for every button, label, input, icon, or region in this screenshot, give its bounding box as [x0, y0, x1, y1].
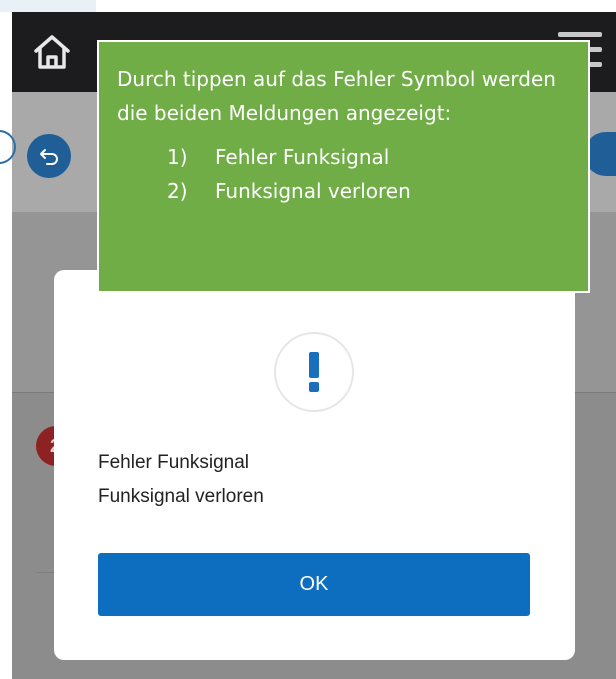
- exclamation-icon: [309, 352, 319, 392]
- callout-item-text: Funksignal verloren: [215, 179, 411, 203]
- warning-badge: [274, 332, 354, 412]
- page: 2 Fehler Funksignal Funksignal verloren …: [0, 0, 616, 679]
- error-message: Funksignal verloren: [98, 486, 264, 507]
- annotation-callout: Durch tippen auf das Fehler Symbol werde…: [97, 40, 590, 293]
- ok-button[interactable]: OK: [98, 553, 530, 616]
- error-dialog: Fehler Funksignal Funksignal verloren OK: [54, 270, 575, 660]
- callout-item-text: Fehler Funksignal: [215, 145, 390, 169]
- callout-list: 1) Fehler Funksignal 2) Funksignal verlo…: [117, 140, 570, 208]
- back-arrow-icon: [40, 149, 58, 165]
- callout-list-item: 2) Funksignal verloren: [117, 174, 570, 208]
- callout-list-item: 1) Fehler Funksignal: [117, 140, 570, 174]
- top-margin: [12, 0, 616, 12]
- back-button[interactable]: [27, 134, 71, 178]
- home-icon: [34, 35, 70, 69]
- home-button[interactable]: [30, 30, 74, 74]
- hamburger-menu-icon: [558, 32, 602, 37]
- exclamation-dot: [309, 382, 319, 392]
- callout-item-number: 2): [167, 179, 188, 203]
- callout-intro: Durch tippen auf das Fehler Symbol werde…: [117, 67, 556, 125]
- callout-item-number: 1): [167, 145, 188, 169]
- error-message: Fehler Funksignal: [98, 452, 250, 473]
- corner-tab: [0, 0, 96, 12]
- left-margin: [0, 0, 12, 679]
- exclamation-bar: [309, 352, 319, 378]
